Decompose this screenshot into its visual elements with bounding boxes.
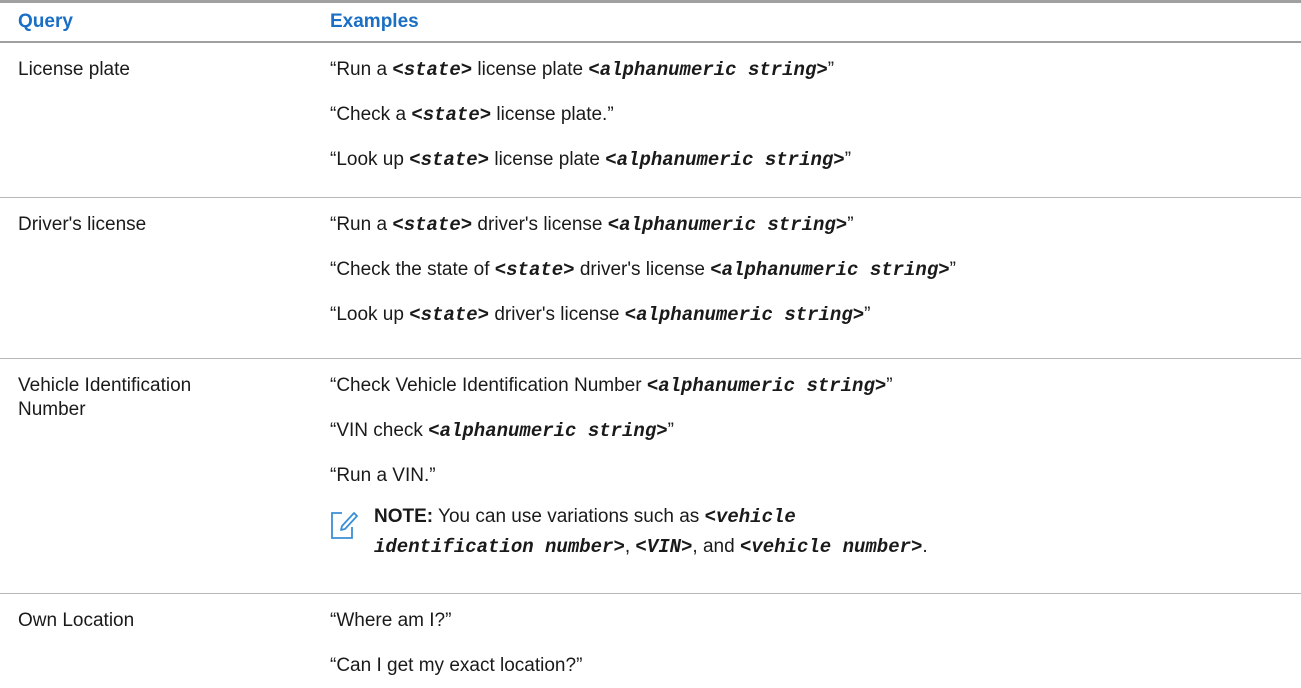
header-query: Query <box>18 11 73 32</box>
example-line: “Check Vehicle Identification Number <al… <box>330 375 893 397</box>
table-row-drivers-license: Driver's license “Run a <state> driver's… <box>0 198 1301 359</box>
example-line: “Where am I?” <box>330 610 452 631</box>
example-line: “Run a VIN.” <box>330 465 436 486</box>
examples-cell: “Where am I?” “Can I get my exact locati… <box>330 594 1301 684</box>
query-cell: Driver's license <box>18 214 147 235</box>
example-line: “Can I get my exact location?” <box>330 655 583 676</box>
examples-cell: “Run a <state> license plate <alphanumer… <box>330 43 1301 197</box>
table-row-vin: Vehicle Identification Number “Check Veh… <box>0 359 1301 594</box>
example-line: “VIN check <alphanumeric string>” <box>330 420 674 442</box>
note-text: NOTE: You can use variations such as <ve… <box>374 506 928 558</box>
header-examples: Examples <box>330 11 419 32</box>
table-row-license-plate: License plate “Run a <state> license pla… <box>0 43 1301 198</box>
table-row-own-location: Own Location “Where am I?” “Can I get my… <box>0 594 1301 684</box>
examples-cell: “Check Vehicle Identification Number <al… <box>330 359 1301 593</box>
example-line: “Check a <state> license plate.” <box>330 104 614 126</box>
example-line: “Check the state of <state> driver's lic… <box>330 259 956 281</box>
pencil-note-icon <box>330 502 374 562</box>
example-line: “Run a <state> driver's license <alphanu… <box>330 214 854 236</box>
query-cell: Vehicle Identification Number <box>0 359 330 593</box>
query-line: Vehicle Identification <box>18 375 192 396</box>
query-examples-table: Query Examples License plate “Run a <sta… <box>0 0 1301 684</box>
query-cell: Own Location <box>18 610 135 631</box>
table-header-row: Query Examples <box>0 3 1301 43</box>
example-line: “Run a <state> license plate <alphanumer… <box>330 59 835 81</box>
example-line: “Look up <state> driver's license <alpha… <box>330 304 871 326</box>
note-block: NOTE: You can use variations such as <ve… <box>330 498 1301 574</box>
examples-cell: “Run a <state> driver's license <alphanu… <box>330 198 1301 358</box>
query-cell: License plate <box>18 59 130 80</box>
example-line: “Look up <state> license plate <alphanum… <box>330 149 852 171</box>
query-line: Number <box>18 399 86 420</box>
